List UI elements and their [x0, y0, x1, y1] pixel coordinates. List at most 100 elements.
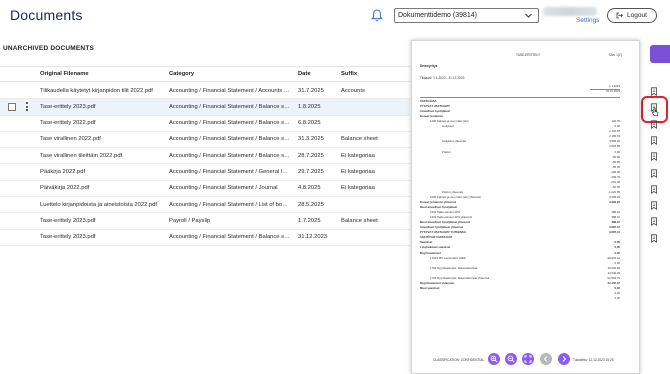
archive-bookmark-icon[interactable]: [650, 168, 658, 178]
preview-line-label: Muut aineelliset hyödykkeet yhteensä: [420, 220, 471, 225]
preview-line-value: -65,65: [612, 164, 620, 169]
preview-line-label: PYSYVÄT VASTAAVAT: [420, 104, 450, 109]
row-filename[interactable]: Tase-erittely 2023.pdf: [40, 218, 165, 224]
row-filename[interactable]: Päiväkirja 2022.pdf: [40, 185, 165, 191]
table-row[interactable]: Tase virallinen 2022.pdf Accounting / Fi…: [0, 132, 410, 149]
preview-line-value: 0,00: [614, 124, 620, 129]
zoom-out-button[interactable]: [505, 353, 517, 365]
preview-line-label: Aineelliset hyödykkeet yhteensä: [420, 225, 464, 230]
logout-icon: [616, 12, 623, 19]
preview-rule: [420, 97, 620, 98]
preview-line-value: 388,16: [611, 215, 620, 220]
company-select-value: Dokumenttidemo (39814): [398, 12, 477, 19]
chevron-down-icon: [525, 13, 532, 18]
page-title: Documents: [10, 7, 83, 23]
preview-line-label: Poistot yhteensä: [442, 189, 463, 194]
table-row[interactable]: Päiväkirja 2022.pdf Accounting / Financi…: [0, 181, 410, 198]
row-checkbox[interactable]: [8, 103, 16, 112]
classification-label: CLASSIFICATION: CONFIDENTIAL: [433, 358, 485, 362]
row-category: Accounting / Financial Statement / List …: [169, 201, 291, 208]
preview-line-value: 0,00: [614, 149, 620, 154]
preview-line-label: 1200 Kalusto ja muu irtain (alv): [430, 119, 469, 124]
row-filename[interactable]: Tase virallinen tileittäin 2022.pdf: [40, 153, 165, 159]
preview-line-value: 0,00: [614, 240, 620, 245]
user-name-blurred: [543, 7, 597, 16]
preview-line-label: 1702 Myyntisaamiset, laskuraskoinsta yht…: [430, 275, 490, 280]
preview-line-label: Muut saamiset: [420, 285, 440, 290]
table-row[interactable]: Pääkirja 2022.pdf Accounting / Financial…: [0, 165, 410, 181]
table-row[interactable]: Tase-erittely 2022.pdf Accounting / Fina…: [0, 116, 410, 132]
panel-tab[interactable]: [650, 45, 670, 63]
preview-line-value: 4.899,26: [609, 139, 620, 144]
preview-period: Tilikausi: 1.1.2023 - 31.12.2023: [420, 76, 465, 80]
table-row-selected[interactable]: Tase-erittely 2023.pdf Accounting / Fina…: [0, 99, 410, 116]
preview-line-label: Lisäykset yhteensä: [442, 139, 466, 144]
preview-line-value: 388,16: [611, 220, 620, 225]
row-filename[interactable]: Tase-erittely 2023.pdf: [40, 234, 165, 240]
column-header-filename[interactable]: Original Filename: [40, 71, 89, 77]
settings-link[interactable]: Settings: [576, 17, 600, 24]
row-filename[interactable]: Tase-erittely 2023.pdf: [40, 104, 165, 110]
archive-bookmark-icon[interactable]: [650, 185, 658, 194]
row-date: 31.3.2025: [298, 136, 324, 143]
preview-line-label: Aineelliset hyödykkeet: [420, 109, 451, 114]
previous-page-button[interactable]: [540, 353, 552, 365]
row-filename[interactable]: Tase virallinen 2022.pdf: [40, 136, 165, 142]
column-header-date[interactable]: Date: [298, 71, 311, 77]
preview-line-label: 1702 Myyntisaamiset, laskuraskoinsta: [430, 265, 478, 270]
preview-line-value: 4.518,80: [609, 144, 620, 149]
app-header: Documents Dokumenttidemo (39814) Setting…: [0, 0, 670, 34]
logout-button[interactable]: Logout: [607, 8, 657, 23]
row-date: 31.7.2025: [298, 87, 324, 94]
preview-line-value: -65,65: [612, 154, 620, 159]
preview-line-label: 1331 Taide-esineet 42% yhteensä: [430, 215, 473, 220]
company-select[interactable]: Dokumenttidemo (39814): [394, 8, 539, 23]
archive-bookmark-icon[interactable]: [650, 136, 658, 145]
document-preview[interactable]: TASE-ERITTELY Sivu 1(2) Demoyritys Tilik…: [411, 40, 640, 374]
preview-line-value: -1.220,55: [608, 189, 620, 194]
preview-line-value: 2.186,53: [609, 134, 620, 139]
archive-bookmark-icon[interactable]: [650, 152, 658, 162]
table-row[interactable]: Luettelo kirjanpidoista ja aineistoista …: [0, 197, 410, 214]
table-row[interactable]: Tase virallinen tileittäin 2022.pdf Acco…: [0, 148, 410, 165]
archive-bookmark-icon[interactable]: [650, 217, 658, 227]
row-date: 28.5.2025: [298, 201, 324, 208]
archive-bookmark-icon[interactable]: [650, 87, 658, 96]
more-options-icon[interactable]: [26, 102, 29, 112]
preview-line-label: PYSYVÄT VASTAAVAT YHTEENSÄ: [420, 230, 466, 235]
archive-bookmark-icon[interactable]: [650, 234, 658, 243]
archive-bookmark-icon[interactable]: [650, 119, 658, 129]
column-header-suffix[interactable]: Suffix: [341, 71, 357, 77]
row-date: 1.8.2025: [298, 103, 321, 110]
row-filename[interactable]: Tase-erittely 2022.pdf: [40, 120, 165, 126]
row-date: 28.7.2025: [298, 152, 324, 159]
preview-line-label: Koneet ja kalusto: [420, 114, 444, 119]
archive-bookmark-icon[interactable]: [650, 201, 658, 211]
zoom-in-button[interactable]: [488, 353, 500, 365]
row-filename[interactable]: Tilikaudella käytetyt kirjanpidon tilit …: [40, 88, 165, 94]
preview-line-value: 0,00: [614, 260, 620, 265]
row-filename[interactable]: Pääkirja 2022.pdf: [40, 169, 165, 175]
column-header-category[interactable]: Category: [169, 71, 194, 77]
row-date: 29.7.2025: [298, 169, 324, 175]
fit-page-button[interactable]: [522, 353, 534, 365]
table-row[interactable]: Tase-erittely 2023.pdf Accounting / Fina…: [0, 230, 410, 246]
preview-col-date2: 31.12.2023: [606, 89, 620, 93]
preview-line-value: 0,00: [614, 285, 620, 290]
row-date: 4.8.2025: [298, 185, 321, 192]
bell-icon[interactable]: [371, 9, 383, 22]
table-row[interactable]: Tase-erittely 2023.pdf Payroll / Payslip…: [0, 213, 410, 230]
preview-line-value: 22.150,37: [607, 280, 620, 285]
row-category: Payroll / Payslip: [169, 217, 211, 224]
preview-line-value: -305,76: [610, 174, 621, 179]
preview-line-label: 1200 Kalusto ja muu irtain (alv) yhteens…: [430, 194, 481, 199]
row-filename[interactable]: Luettelo kirjanpidoista ja aineistoista …: [40, 202, 165, 208]
table-row[interactable]: Tilikaudella käytetyt kirjanpidon tilit …: [0, 83, 410, 100]
preview-line-value: -65,65: [612, 159, 620, 164]
row-suffix: Ei kategoriaa: [341, 169, 375, 175]
preview-line-label: Lyhytaikaiset saamiset: [420, 245, 451, 250]
preview-line-label: Saamiset: [420, 240, 433, 245]
preview-line-label: Koneet ja kalusto yhteensä: [420, 200, 457, 204]
preview-line-value: -138,99: [610, 169, 621, 174]
next-page-button[interactable]: [558, 353, 570, 365]
